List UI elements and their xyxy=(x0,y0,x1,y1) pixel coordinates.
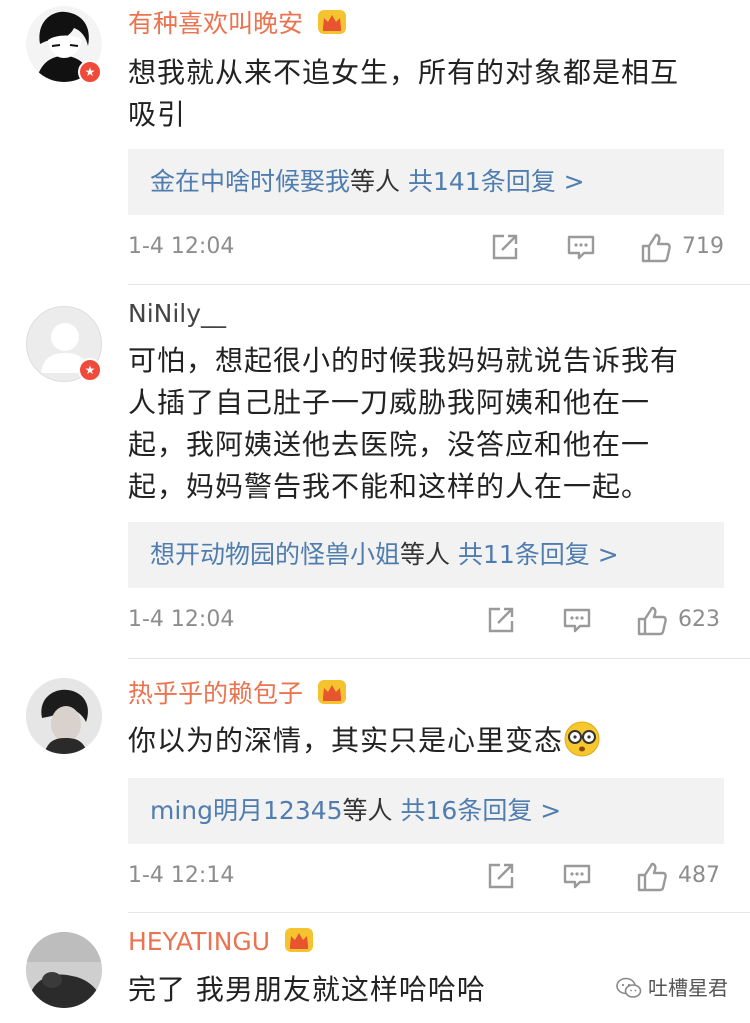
watermark: 吐槽星君 xyxy=(616,972,728,1001)
comment-text-line: 吸引 xyxy=(128,98,187,131)
like-count: 719 xyxy=(682,234,724,259)
comment-meta: 1-4 12:04 623 xyxy=(128,603,724,643)
avatar-photo-icon xyxy=(26,932,102,1008)
timestamp: 1-4 12:04 xyxy=(128,234,235,259)
watermark-label: 吐槽星君 xyxy=(648,976,728,1000)
reply-users-suffix: 等人 xyxy=(350,167,401,196)
reply-count-link[interactable]: 共16条回复 > xyxy=(401,796,562,825)
comment-text-span: 你以为的深情，其实只是心里变态 xyxy=(128,724,564,757)
comment-icon[interactable] xyxy=(562,861,592,891)
reply-users[interactable]: 想开动物园的怪兽小姐 xyxy=(150,540,400,569)
like-count: 487 xyxy=(678,863,720,888)
comment-text-line: 想我就从来不追女生，所有的对象都是相互 xyxy=(128,56,680,89)
divider xyxy=(128,912,750,913)
comment-text: 想我就从来不追女生，所有的对象都是相互 吸引 xyxy=(128,52,718,136)
divider xyxy=(128,658,750,659)
divider xyxy=(128,284,750,285)
vip-crown-icon xyxy=(285,928,314,952)
share-icon[interactable] xyxy=(486,861,516,891)
reply-users[interactable]: ming明月12345 xyxy=(150,796,343,825)
comment-text-line: 起，妈妈警告我不能和这样的人在一起。 xyxy=(128,470,651,503)
like-thumb-icon[interactable] xyxy=(640,232,672,264)
username-text[interactable]: HEYATINGU xyxy=(128,927,270,956)
vip-crown-icon xyxy=(317,680,346,704)
comment-text-line: 人插了自己肚子一刀威胁我阿姨和他在一 xyxy=(128,386,651,419)
replies-box[interactable]: 金在中啥时候娶我等人 共141条回复 > xyxy=(128,149,724,215)
username[interactable]: 有种喜欢叫晚安 xyxy=(128,8,347,40)
username[interactable]: HEYATINGU xyxy=(128,926,314,958)
username-text[interactable]: 有种喜欢叫晚安 xyxy=(128,9,303,38)
wechat-logo-icon xyxy=(616,977,642,998)
username-text[interactable]: 热乎乎的赖包子 xyxy=(128,679,303,708)
verified-badge-icon: ★ xyxy=(78,358,102,382)
comment-text: 可怕，想起很小的时候我妈妈就说告诉我有 人插了自己肚子一刀威胁我阿姨和他在一 起… xyxy=(128,340,718,508)
reply-users-suffix: 等人 xyxy=(342,796,393,825)
share-icon[interactable] xyxy=(486,605,516,635)
share-icon[interactable] xyxy=(490,232,520,262)
comment-text-line: 你以为的深情，其实只是心里变态 xyxy=(128,720,718,762)
vip-crown-icon xyxy=(317,10,346,34)
like-thumb-icon[interactable] xyxy=(636,605,668,637)
timestamp: 1-4 12:04 xyxy=(128,607,235,632)
shocked-glasses-emoji-icon xyxy=(564,721,600,757)
avatar[interactable] xyxy=(26,932,102,1008)
comment-text-line: 起，我阿姨送他去医院，没答应和他在一 xyxy=(128,428,651,461)
replies-box[interactable]: ming明月12345等人 共16条回复 > xyxy=(128,778,724,844)
avatar-photo-icon xyxy=(26,678,102,754)
comment-icon[interactable] xyxy=(566,232,596,262)
comment-meta: 1-4 12:14 487 xyxy=(128,859,724,899)
replies-box[interactable]: 想开动物园的怪兽小姐等人 共11条回复 > xyxy=(128,522,724,588)
username-text[interactable]: NiNily__ xyxy=(128,299,226,328)
reply-count-link[interactable]: 共11条回复 > xyxy=(458,540,619,569)
like-count: 623 xyxy=(678,607,720,632)
timestamp: 1-4 12:14 xyxy=(128,863,235,888)
comment-text-line: 可怕，想起很小的时候我妈妈就说告诉我有 xyxy=(128,344,680,377)
comment-icon[interactable] xyxy=(562,605,592,635)
reply-users-suffix: 等人 xyxy=(400,540,451,569)
comment-meta: 1-4 12:04 719 xyxy=(128,230,724,270)
verified-badge-icon: ★ xyxy=(78,60,102,84)
like-thumb-icon[interactable] xyxy=(636,861,668,893)
reply-users[interactable]: 金在中啥时候娶我 xyxy=(150,167,350,196)
avatar[interactable] xyxy=(26,678,102,754)
comment-text: 你以为的深情，其实只是心里变态 xyxy=(128,720,718,762)
username[interactable]: 热乎乎的赖包子 xyxy=(128,678,347,710)
reply-count-link[interactable]: 共141条回复 > xyxy=(408,167,585,196)
username[interactable]: NiNily__ xyxy=(128,298,226,330)
